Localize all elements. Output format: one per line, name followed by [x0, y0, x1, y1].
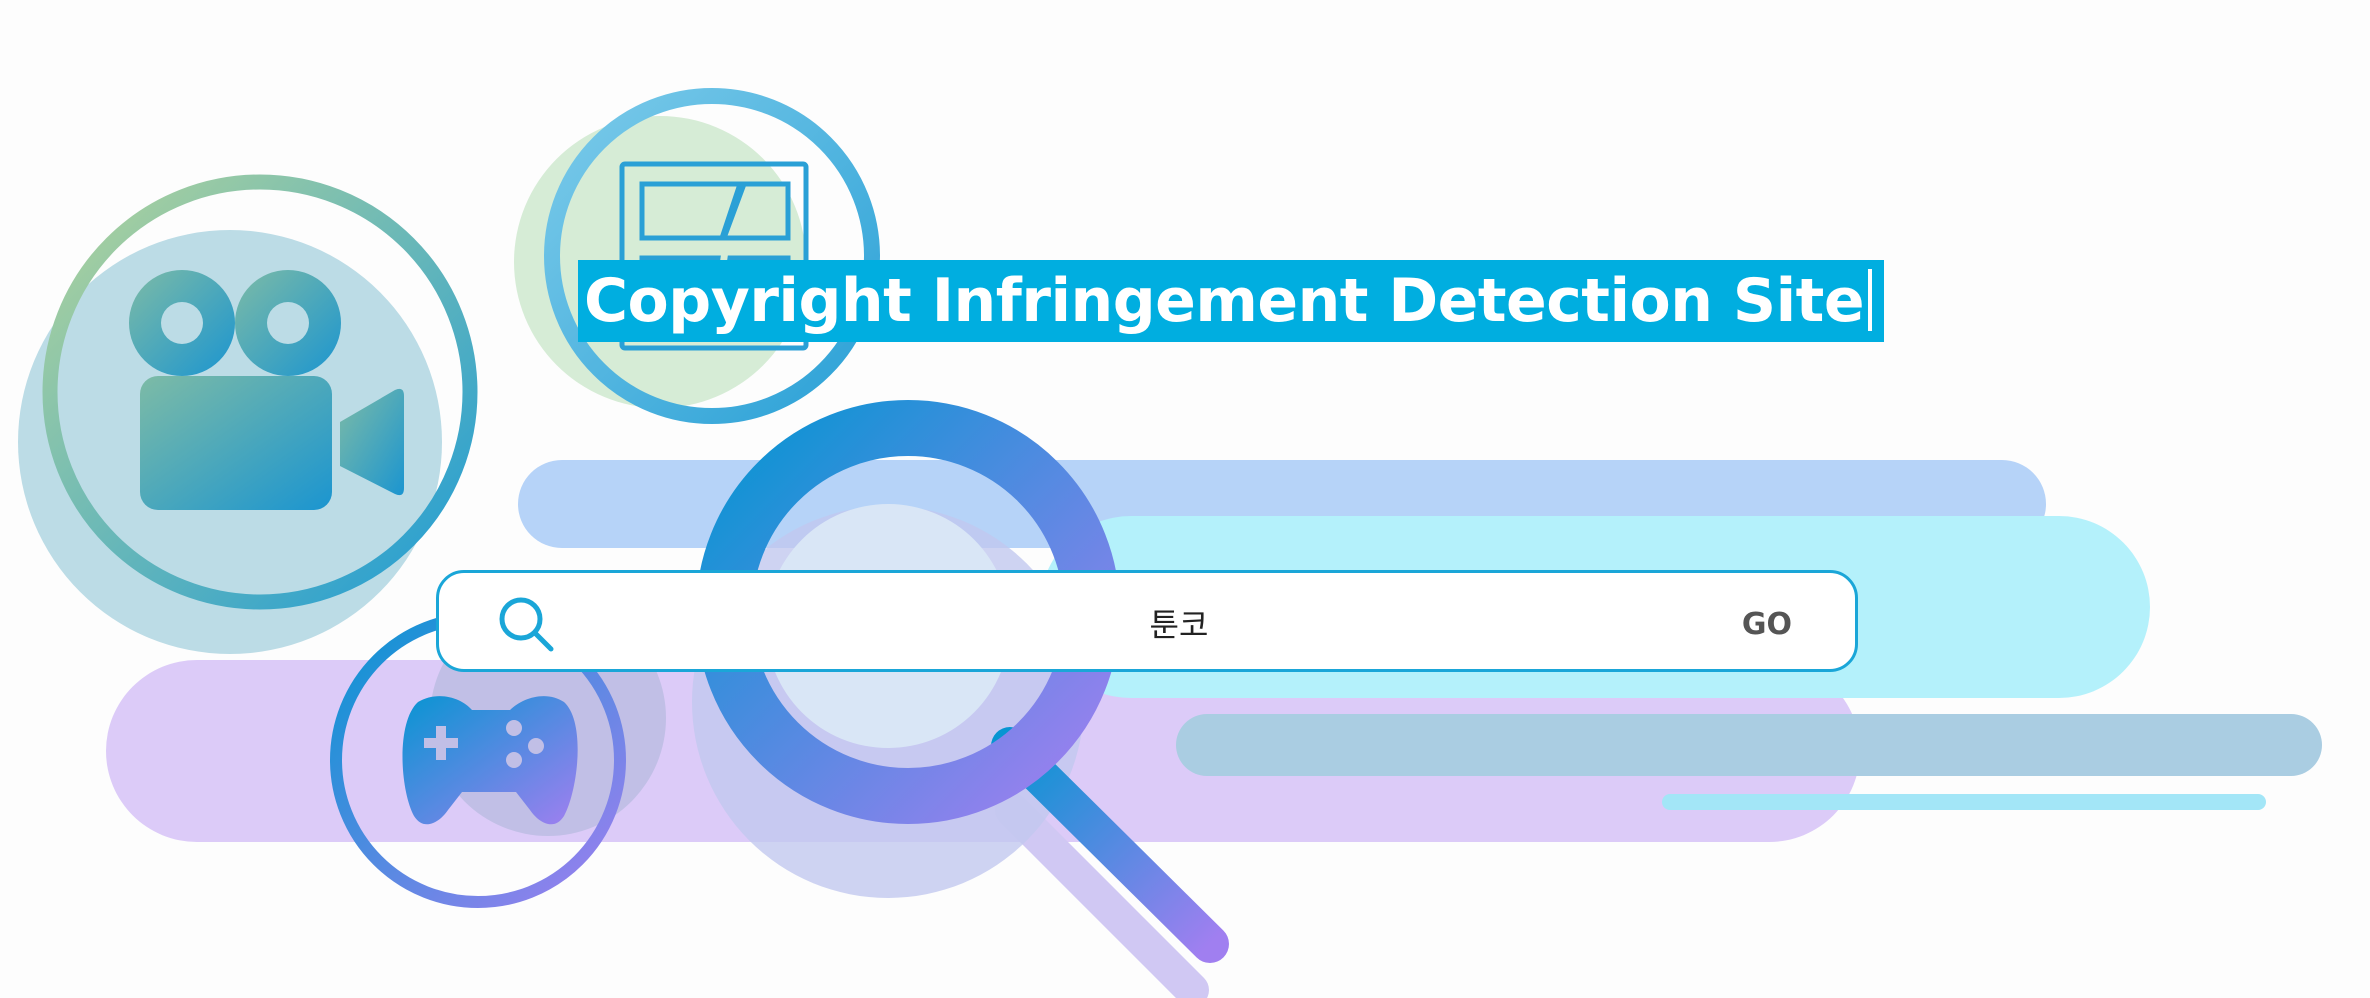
text-caret [1868, 269, 1873, 331]
go-button[interactable]: GO [1729, 595, 1805, 653]
cyan-thin-band [1662, 794, 2266, 810]
background-illustration [18, 88, 2322, 998]
comic-panel-emblem [514, 88, 880, 424]
search-bar: GO [436, 570, 1858, 672]
page-title[interactable]: Copyright Infringement Detection Site [578, 260, 1885, 342]
page-title-text: Copyright Infringement Detection Site [584, 266, 1865, 336]
search-icon[interactable] [495, 593, 559, 657]
movie-camera-emblem [18, 174, 478, 654]
search-input[interactable] [959, 591, 1399, 655]
teal-band [1176, 714, 2322, 776]
